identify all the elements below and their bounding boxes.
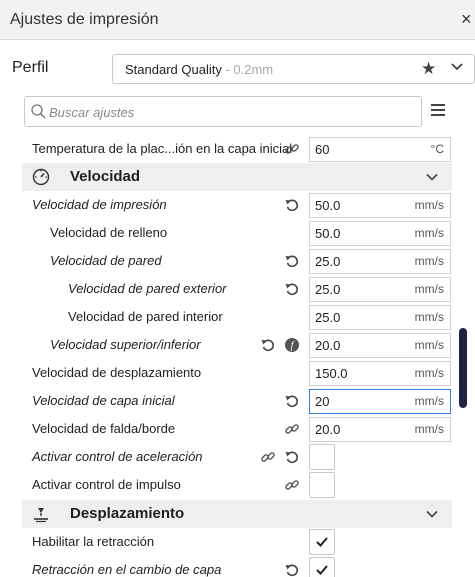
setting-value: 20.0 bbox=[315, 338, 341, 353]
setting-unit: mm/s bbox=[414, 282, 444, 296]
setting-row-print-speed: Velocidad de impresión 50.0 mm/s bbox=[22, 191, 452, 219]
setting-unit: mm/s bbox=[414, 338, 444, 352]
setting-row-temp-initial: Temperatura de la plac...ión en la capa … bbox=[22, 135, 452, 163]
checkmark-icon bbox=[316, 537, 328, 547]
setting-row-wall-speed: Velocidad de pared 25.0 mm/s bbox=[22, 247, 452, 275]
setting-value: 20 bbox=[315, 394, 330, 409]
setting-unit: mm/s bbox=[414, 394, 444, 408]
setting-value-field[interactable]: 25.0 mm/s bbox=[309, 249, 451, 274]
profile-label: Perfil bbox=[12, 59, 49, 76]
setting-label: Velocidad de impresión bbox=[32, 197, 167, 212]
search-box[interactable] bbox=[24, 96, 422, 127]
setting-checkbox[interactable] bbox=[309, 529, 335, 555]
setting-value: 25.0 bbox=[315, 310, 341, 325]
setting-value-field[interactable]: 50.0 mm/s bbox=[309, 221, 451, 246]
setting-label: Velocidad de pared exterior bbox=[68, 281, 227, 296]
setting-label: Retracción en el cambio de capa bbox=[32, 562, 222, 577]
setting-value: 25.0 bbox=[315, 282, 341, 297]
setting-row-initial-layer-speed: Velocidad de capa inicial 20 mm/s bbox=[22, 387, 452, 415]
reset-icon[interactable] bbox=[284, 253, 300, 269]
link-icon[interactable] bbox=[284, 421, 300, 437]
setting-value-field[interactable]: 20.0 mm/s bbox=[309, 333, 451, 358]
reset-icon[interactable] bbox=[284, 449, 300, 465]
setting-value-field[interactable]: 20.0 mm/s bbox=[309, 417, 451, 442]
favorite-star-icon[interactable]: ★ bbox=[421, 59, 436, 79]
function-icon[interactable]: f bbox=[284, 337, 300, 353]
category-desplazamiento[interactable]: Desplazamiento bbox=[22, 500, 452, 528]
setting-unit: °C bbox=[430, 142, 444, 156]
search-icon bbox=[31, 104, 46, 119]
setting-row-travel-speed: Velocidad de desplazamiento 150.0 mm/s bbox=[22, 359, 452, 387]
chevron-down-icon bbox=[451, 63, 463, 71]
setting-checkbox[interactable] bbox=[309, 472, 335, 498]
window-title: Ajustes de impresión bbox=[10, 11, 159, 28]
setting-unit: mm/s bbox=[414, 366, 444, 380]
setting-label: Activar control de impulso bbox=[32, 477, 181, 492]
title-bar: Ajustes de impresión × bbox=[0, 0, 475, 40]
setting-label: Velocidad superior/inferior bbox=[50, 337, 201, 352]
setting-label: Velocidad de falda/borde bbox=[32, 421, 176, 436]
setting-value: 150.0 bbox=[315, 366, 348, 381]
link-icon[interactable] bbox=[284, 141, 300, 157]
profile-layer-height: - 0.2mm bbox=[225, 62, 274, 77]
reset-icon[interactable] bbox=[260, 337, 276, 353]
profile-name-text: Standard Quality - 0.2mm bbox=[125, 62, 273, 77]
setting-label: Temperatura de la plac...ión en la capa … bbox=[32, 141, 293, 156]
chevron-down-icon bbox=[426, 173, 438, 181]
category-title: Desplazamiento bbox=[70, 505, 185, 522]
setting-value-field[interactable]: 50.0 mm/s bbox=[309, 193, 451, 218]
setting-value: 60 bbox=[315, 142, 330, 157]
reset-icon[interactable] bbox=[284, 281, 300, 297]
setting-label: Velocidad de capa inicial bbox=[32, 393, 175, 408]
profile-name: Standard Quality bbox=[125, 62, 222, 77]
setting-row-topbottom-speed: Velocidad superior/inferior f 20.0 mm/s bbox=[22, 331, 452, 359]
chevron-down-icon bbox=[426, 510, 438, 518]
setting-row-retraction: Habilitar la retracción bbox=[22, 528, 452, 556]
setting-row-inner-wall-speed: Velocidad de pared interior 25.0 mm/s bbox=[22, 303, 452, 331]
setting-row-accel-control: Activar control de aceleración bbox=[22, 443, 452, 471]
close-button[interactable]: × bbox=[461, 9, 472, 30]
travel-icon bbox=[34, 508, 48, 523]
setting-label: Velocidad de pared bbox=[50, 253, 162, 268]
setting-value-field[interactable]: 25.0 mm/s bbox=[309, 277, 451, 302]
category-velocidad[interactable]: Velocidad bbox=[22, 163, 452, 191]
setting-label: Velocidad de pared interior bbox=[68, 309, 223, 324]
reset-icon[interactable] bbox=[284, 393, 300, 409]
setting-value-field[interactable]: 20 mm/s bbox=[309, 389, 451, 414]
setting-row-retract-layer-change: Retracción en el cambio de capa bbox=[22, 556, 452, 577]
reset-icon[interactable] bbox=[284, 562, 300, 577]
scrollbar-handle[interactable] bbox=[459, 328, 467, 408]
setting-unit: mm/s bbox=[414, 226, 444, 240]
setting-unit: mm/s bbox=[414, 198, 444, 212]
setting-value: 25.0 bbox=[315, 254, 341, 269]
search-input[interactable] bbox=[49, 101, 409, 123]
reset-icon[interactable] bbox=[284, 197, 300, 213]
link-icon[interactable] bbox=[284, 477, 300, 493]
setting-label: Velocidad de relleno bbox=[50, 225, 168, 240]
setting-checkbox[interactable] bbox=[309, 444, 335, 470]
category-title: Velocidad bbox=[70, 168, 141, 185]
profile-dropdown[interactable]: Standard Quality - 0.2mm ★ bbox=[112, 54, 475, 84]
setting-checkbox[interactable] bbox=[309, 557, 335, 577]
setting-value-field[interactable]: 25.0 mm/s bbox=[309, 305, 451, 330]
setting-unit: mm/s bbox=[414, 254, 444, 268]
speedometer-icon bbox=[32, 168, 50, 186]
setting-value: 50.0 bbox=[315, 226, 341, 241]
setting-row-infill-speed: Velocidad de relleno 50.0 mm/s bbox=[22, 219, 452, 247]
setting-value-field[interactable]: 150.0 mm/s bbox=[309, 361, 451, 386]
setting-unit: mm/s bbox=[414, 310, 444, 324]
setting-value-field[interactable]: 60 °C bbox=[309, 137, 451, 162]
setting-value: 20.0 bbox=[315, 422, 341, 437]
setting-label: Habilitar la retracción bbox=[32, 534, 155, 549]
checkmark-icon bbox=[316, 565, 328, 575]
setting-label: Activar control de aceleración bbox=[32, 449, 203, 464]
setting-row-skirt-speed: Velocidad de falda/borde 20.0 mm/s bbox=[22, 415, 452, 443]
setting-unit: mm/s bbox=[414, 422, 444, 436]
settings-visibility-menu-button[interactable] bbox=[431, 103, 445, 117]
setting-value: 50.0 bbox=[315, 198, 341, 213]
setting-row-jerk-control: Activar control de impulso bbox=[22, 471, 452, 499]
setting-row-outer-wall-speed: Velocidad de pared exterior 25.0 mm/s bbox=[22, 275, 452, 303]
setting-label: Velocidad de desplazamiento bbox=[32, 365, 202, 380]
link-icon[interactable] bbox=[260, 449, 276, 465]
